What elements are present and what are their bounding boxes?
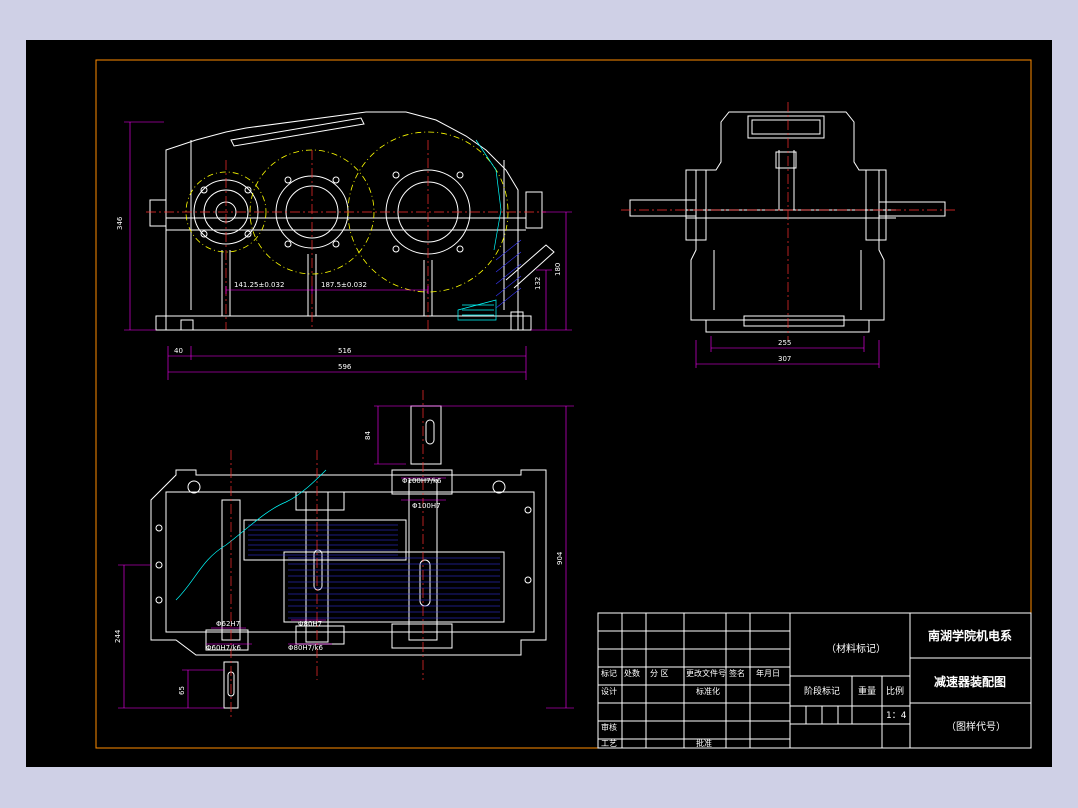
- design-label: 设计: [601, 686, 617, 696]
- fit-label-3: Φ62H7: [216, 620, 240, 628]
- dim-plan-65: 65: [178, 686, 186, 695]
- review-label: 审核: [601, 722, 617, 732]
- stage-mark: 阶段标记: [804, 685, 840, 697]
- front-view: [149, 111, 555, 331]
- dim-front-40: 40: [174, 347, 183, 355]
- fit-label-5: Φ80H7: [298, 620, 322, 628]
- fit-label-2: Φ100H7: [412, 502, 441, 510]
- dim-plan-84: 84: [364, 431, 372, 440]
- gear-hatch: [248, 524, 500, 619]
- row-mark: 标记: [601, 668, 617, 678]
- standardize-label: 标准化: [696, 686, 720, 696]
- material-mark: （材料标记）: [826, 642, 886, 655]
- dim-center-distance-1: 141.25±0.032: [234, 281, 284, 289]
- scale-value: 1：4: [886, 711, 907, 721]
- weight-label: 重量: [858, 685, 876, 697]
- school-name: 南湖学院机电系: [928, 628, 1012, 643]
- front-hatch: [495, 239, 522, 309]
- dim-plan-244: 244: [114, 629, 122, 643]
- dim-center-distance-2: 187.5±0.032: [321, 281, 367, 289]
- dim-plan-904: 904: [556, 551, 564, 565]
- dim-side-255: 255: [778, 339, 791, 347]
- fit-label-6: Φ80H7/k6: [288, 644, 324, 652]
- front-centerlines: [146, 140, 546, 330]
- assembly-drawing: 346 141.25±0.032 187.5±0.032 180 132 40 …: [95, 59, 1032, 749]
- fit-label-1: Φ100H7/k6: [402, 477, 442, 485]
- scale-label: 比例: [886, 685, 904, 697]
- dim-front-180: 180: [554, 263, 562, 276]
- row-date: 年月日: [756, 668, 780, 678]
- row-zone: 分 区: [650, 669, 669, 678]
- dim-side-307: 307: [778, 355, 791, 363]
- side-view: [629, 111, 946, 333]
- row-count: 处数: [624, 668, 640, 678]
- dim-front-596: 596: [338, 363, 352, 371]
- dim-front-516: 516: [338, 347, 352, 355]
- dim-front-height: 346: [116, 216, 124, 230]
- row-sign: 签名: [729, 668, 745, 678]
- fit-label-4: Φ60H7/k6: [206, 644, 242, 652]
- dim-front-132: 132: [534, 277, 542, 290]
- approve-label: 批准: [696, 738, 712, 748]
- plan-dimensions: [118, 405, 574, 709]
- row-doc: 更改文件号: [686, 668, 726, 678]
- drawing-name: 减速器装配图: [934, 674, 1006, 689]
- drawing-code: （图样代号）: [946, 720, 1006, 733]
- process-label: 工艺: [601, 739, 617, 748]
- drawing-canvas[interactable]: 346 141.25±0.032 187.5±0.032 180 132 40 …: [26, 40, 1052, 767]
